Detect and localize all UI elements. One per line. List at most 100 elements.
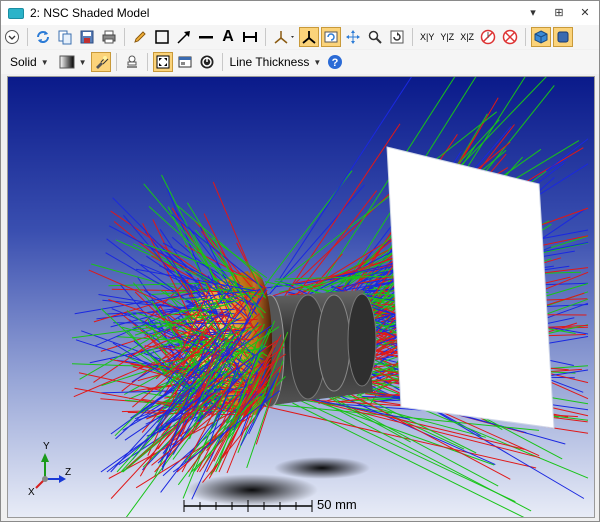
toolbar-separator bbox=[221, 53, 223, 71]
stamp-button[interactable] bbox=[122, 52, 142, 72]
main-toolbar: A X|Y Y|Z X|Z bbox=[1, 25, 599, 49]
render-mode-dropdown[interactable]: Solid ▼ bbox=[7, 55, 52, 69]
gradient-icon bbox=[59, 55, 75, 69]
toolbar-separator bbox=[27, 28, 28, 46]
line-thickness-dropdown[interactable]: Line Thickness ▼ bbox=[227, 55, 325, 69]
toolbar-separator bbox=[124, 28, 125, 46]
timer-button[interactable] bbox=[197, 52, 217, 72]
svg-text:?: ? bbox=[332, 57, 339, 69]
ray-line bbox=[100, 387, 221, 473]
refresh-icon bbox=[37, 31, 49, 43]
settings-dropdown-button[interactable] bbox=[2, 27, 22, 47]
dropdown-caret-icon: ▼ bbox=[40, 57, 49, 67]
ray-bundle-front bbox=[71, 174, 289, 517]
help-button[interactable]: ? bbox=[325, 52, 345, 72]
light-tool-button[interactable] bbox=[90, 52, 111, 72]
pan-button[interactable] bbox=[343, 27, 363, 47]
shaded-cube-button[interactable] bbox=[531, 27, 552, 47]
shaded-model-scene: Y Z X bbox=[28, 77, 589, 517]
magnifier-icon bbox=[368, 30, 382, 44]
power-timer-icon bbox=[200, 55, 214, 69]
close-window-icon[interactable]: ✕ bbox=[577, 4, 593, 20]
save-icon bbox=[80, 30, 94, 44]
cylinder-icon bbox=[557, 31, 569, 43]
title-bar: 2: NSC Shaded Model ▾ ⊞ ✕ bbox=[1, 1, 599, 25]
display-toolbar: Solid ▼ ▼ Line Thickness ▼ ? bbox=[1, 50, 599, 74]
window-controls: ▾ ⊞ ✕ bbox=[525, 4, 593, 20]
window-layout-icon bbox=[178, 56, 192, 68]
dropdown-caret-icon: ▼ bbox=[313, 57, 322, 67]
toolbar-separator bbox=[265, 28, 266, 46]
rectangle-icon bbox=[155, 30, 169, 44]
cube-icon bbox=[534, 30, 548, 44]
window-icon bbox=[8, 7, 24, 19]
detector-plane bbox=[386, 146, 555, 429]
printer-icon bbox=[102, 30, 116, 44]
view-yz-button[interactable]: Y|Z bbox=[437, 32, 457, 42]
fit-to-window-icon bbox=[156, 55, 170, 69]
ray-line bbox=[108, 225, 229, 289]
chevron-circle-icon bbox=[5, 30, 19, 44]
rectangle-tool-button[interactable] bbox=[152, 27, 172, 47]
toolbar-separator bbox=[525, 28, 527, 46]
no-rotate-alt-icon bbox=[502, 29, 518, 45]
line-thickness-label: Line Thickness bbox=[229, 55, 310, 69]
stamp-icon bbox=[126, 55, 137, 68]
no-rotation-y-button[interactable] bbox=[500, 27, 520, 47]
window-menu-dropdown-icon[interactable]: ▾ bbox=[525, 4, 541, 20]
no-rotate-icon bbox=[480, 29, 496, 45]
barrel-ring bbox=[317, 294, 351, 392]
text-tool-icon: A bbox=[222, 28, 234, 45]
help-icon: ? bbox=[328, 55, 343, 69]
save-button[interactable] bbox=[77, 27, 97, 47]
fit-view-button[interactable] bbox=[152, 52, 173, 72]
reset-view-button[interactable] bbox=[387, 27, 407, 47]
pencil-icon bbox=[134, 31, 146, 43]
text-tool-button[interactable]: A bbox=[218, 27, 238, 47]
toolbar-separator bbox=[146, 53, 148, 71]
pin-window-icon[interactable]: ⊞ bbox=[551, 4, 567, 20]
axis-triad: Y Z X bbox=[28, 441, 71, 498]
copy-icon bbox=[58, 30, 72, 45]
arrow-icon bbox=[177, 31, 190, 44]
view-xz-button[interactable]: X|Z bbox=[457, 32, 477, 42]
no-rotation-x-button[interactable] bbox=[478, 27, 498, 47]
axis-label-x: X bbox=[28, 487, 35, 498]
barrel-ring bbox=[347, 293, 377, 387]
dimension-icon bbox=[243, 32, 257, 42]
rotate-icon bbox=[324, 31, 338, 43]
model-shadow bbox=[274, 457, 370, 479]
copy-button[interactable] bbox=[55, 27, 75, 47]
axis-label-z: Z bbox=[65, 467, 71, 478]
rotate-view-dropdown-button[interactable] bbox=[271, 27, 297, 47]
zoom-button[interactable] bbox=[365, 27, 385, 47]
reset-view-icon bbox=[390, 30, 404, 44]
flashlight-icon bbox=[95, 56, 108, 69]
axis-label-y: Y bbox=[43, 441, 50, 452]
print-button[interactable] bbox=[99, 27, 119, 47]
toolbar-separator bbox=[115, 53, 117, 71]
3d-viewport[interactable]: Y Z X 50 mm bbox=[7, 76, 595, 518]
move-icon bbox=[346, 30, 360, 44]
dropdown-caret-icon: ▼ bbox=[78, 57, 87, 67]
cylinder-view-button[interactable] bbox=[553, 27, 574, 47]
arrow-tool-button[interactable] bbox=[174, 27, 194, 47]
axes-icon bbox=[302, 31, 316, 44]
nsc-shaded-model-window: 2: NSC Shaded Model ▾ ⊞ ✕ A X|Y Y|Z X|Z … bbox=[0, 0, 600, 522]
axes-toggle-button[interactable] bbox=[299, 27, 319, 47]
rotate-toggle-button[interactable] bbox=[321, 27, 341, 47]
toolbar-separator bbox=[412, 28, 413, 46]
window-title: 2: NSC Shaded Model bbox=[30, 6, 150, 20]
dimension-tool-button[interactable] bbox=[240, 27, 260, 47]
color-gradient-dropdown[interactable]: ▼ bbox=[56, 54, 90, 70]
window-layout-button[interactable] bbox=[175, 52, 195, 72]
pencil-tool-button[interactable] bbox=[130, 27, 150, 47]
ray-line bbox=[201, 230, 237, 278]
line-icon bbox=[199, 36, 213, 39]
render-mode-label: Solid bbox=[10, 55, 37, 69]
refresh-button[interactable] bbox=[33, 27, 53, 47]
rotate-axes-icon bbox=[274, 31, 294, 44]
line-tool-button[interactable] bbox=[196, 27, 216, 47]
scale-bar-label: 50 mm bbox=[317, 497, 357, 512]
view-xy-button[interactable]: X|Y bbox=[417, 32, 437, 42]
